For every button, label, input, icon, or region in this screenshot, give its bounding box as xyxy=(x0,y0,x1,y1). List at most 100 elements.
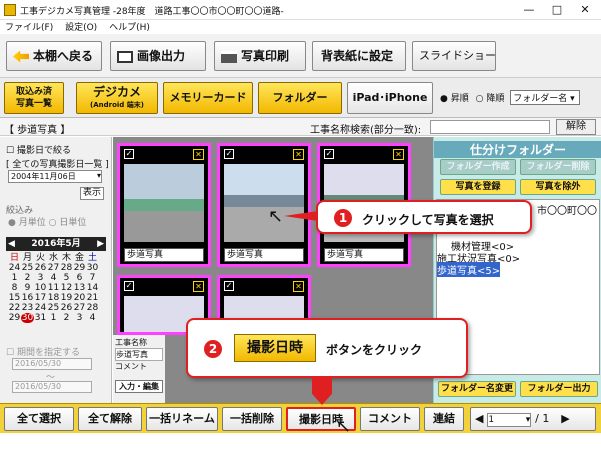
join-button[interactable]: 連結 xyxy=(424,407,464,431)
close-icon[interactable]: ✕ xyxy=(393,149,404,160)
calendar-day[interactable]: 30 xyxy=(21,313,34,323)
calendar-day[interactable]: 20 xyxy=(73,293,86,303)
calendar-day[interactable]: 10 xyxy=(34,283,47,293)
unit-radios[interactable]: ● 月単位 ○ 日単位 xyxy=(8,215,86,228)
close-icon[interactable]: ✕ xyxy=(193,281,204,292)
prev-month-button[interactable]: ◀ xyxy=(8,237,15,251)
period-to-input[interactable]: 2016/05/30 xyxy=(12,381,92,393)
rename-folder-button[interactable]: フォルダー名変更 xyxy=(438,381,516,397)
calendar-day[interactable]: 27 xyxy=(73,303,86,313)
photo-thumb[interactable]: ✓ ✕ 歩道写真 xyxy=(117,143,211,267)
set-wallpaper-button[interactable]: 背表紙に設定 xyxy=(312,41,406,71)
search-input[interactable] xyxy=(430,120,550,134)
menu-help[interactable]: ヘルプ(H) xyxy=(109,20,150,33)
output-folder-button[interactable]: フォルダー出力 xyxy=(520,381,598,397)
menu-file[interactable]: ファイル(F) xyxy=(5,20,53,33)
delete-folder-button[interactable]: フォルダー削除 xyxy=(520,159,596,175)
back-to-shelf-button[interactable]: 本棚へ戻る xyxy=(6,41,102,71)
checkbox-icon[interactable]: ✓ xyxy=(224,281,234,291)
calendar-day[interactable]: 8 xyxy=(8,283,21,293)
remove-photo-button[interactable]: 写真を除外 xyxy=(520,179,596,195)
desc-radio[interactable]: ○ xyxy=(476,94,487,104)
folder-tab[interactable]: フォルダー xyxy=(258,82,342,114)
next-page-icon[interactable]: ▶ xyxy=(561,412,569,425)
deselect-all-button[interactable]: 全て解除 xyxy=(78,407,142,431)
calendar-day[interactable]: 16 xyxy=(21,293,34,303)
calendar-day[interactable]: 4 xyxy=(86,313,99,323)
calendar-day[interactable]: 14 xyxy=(86,283,99,293)
calendar-day[interactable]: 9 xyxy=(21,283,34,293)
calendar-day[interactable]: 6 xyxy=(73,273,86,283)
calendar-day[interactable]: 30 xyxy=(86,263,99,273)
close-icon[interactable]: ✕ xyxy=(193,149,204,160)
create-folder-button[interactable]: フォルダー作成 xyxy=(440,159,516,175)
next-month-button[interactable]: ▶ xyxy=(97,237,104,251)
photo-print-button[interactable]: 写真印刷 xyxy=(214,41,306,71)
calendar-day[interactable]: 11 xyxy=(47,283,60,293)
calendar-day[interactable]: 25 xyxy=(47,303,60,313)
calendar-day[interactable]: 24 xyxy=(34,303,47,313)
calendar-day[interactable]: 2 xyxy=(60,313,73,323)
calendar-day[interactable]: 12 xyxy=(60,283,73,293)
asc-radio[interactable]: ● xyxy=(440,94,451,104)
memory-card-tab[interactable]: メモリーカード xyxy=(163,82,253,114)
digicam-tab[interactable]: デジカメ (Android 端末) xyxy=(76,82,158,114)
calendar-day[interactable]: 24 xyxy=(8,263,21,273)
checkbox-icon[interactable]: ✓ xyxy=(324,149,334,159)
checkbox-icon[interactable]: ✓ xyxy=(124,149,134,159)
slideshow-button[interactable]: スライドショー xyxy=(412,41,496,71)
ipad-iphone-tab[interactable]: iPad･iPhone xyxy=(347,82,433,114)
calendar-day[interactable]: 5 xyxy=(60,273,73,283)
comment-button[interactable]: コメント xyxy=(360,407,420,431)
calendar-day[interactable]: 1 xyxy=(8,273,21,283)
page-select[interactable]: 1 ▾ xyxy=(487,413,532,427)
image-output-button[interactable]: 画像出力 xyxy=(110,41,206,71)
checkbox-icon[interactable]: ✓ xyxy=(124,281,134,291)
calendar-day[interactable]: 25 xyxy=(21,263,34,273)
calendar-day[interactable]: 23 xyxy=(21,303,34,313)
sort-field-select[interactable]: フォルダー名 ▾ xyxy=(510,90,581,105)
maximize-button[interactable]: □ xyxy=(544,2,570,18)
show-button[interactable]: 表示 xyxy=(80,187,104,200)
delete-all-button[interactable]: 一括削除 xyxy=(222,407,282,431)
photo-thumb[interactable]: ✓ ✕ 歩道写真 xyxy=(217,143,311,267)
calendar-day[interactable]: 26 xyxy=(34,263,47,273)
close-icon[interactable]: ✕ xyxy=(293,281,304,292)
close-icon[interactable]: ✕ xyxy=(293,149,304,160)
calendar-day[interactable]: 31 xyxy=(34,313,47,323)
calendar-day[interactable]: 18 xyxy=(47,293,60,303)
calendar-day[interactable]: 17 xyxy=(34,293,47,303)
date-select[interactable]: 2004年11月06日 ▾ xyxy=(8,170,102,183)
calendar-day[interactable]: 22 xyxy=(8,303,21,313)
select-all-button[interactable]: 全て選択 xyxy=(4,407,74,431)
edit-button[interactable]: 入力・編集 xyxy=(115,380,163,393)
checkbox-icon[interactable]: ✓ xyxy=(224,149,234,159)
register-photo-button[interactable]: 写真を登録 xyxy=(440,179,516,195)
calendar-day[interactable]: 29 xyxy=(73,263,86,273)
minimize-button[interactable]: — xyxy=(516,2,542,18)
imported-list-tab[interactable]: 取込み済 写真一覧 xyxy=(4,82,64,114)
calendar-day[interactable]: 21 xyxy=(86,293,99,303)
calendar-day[interactable]: 28 xyxy=(86,303,99,313)
calendar-day[interactable]: 7 xyxy=(86,273,99,283)
prev-page-icon[interactable]: ◀ xyxy=(475,412,483,425)
calendar-day[interactable]: 1 xyxy=(47,313,60,323)
calendar-day[interactable]: 29 xyxy=(8,313,21,323)
tree-item-selected[interactable]: 歩道写真<5> xyxy=(437,262,501,277)
calendar-day[interactable]: 27 xyxy=(47,263,60,273)
calendar-day[interactable]: 19 xyxy=(60,293,73,303)
calendar-day[interactable]: 28 xyxy=(60,263,73,273)
period-from-input[interactable]: 2016/05/30 xyxy=(12,358,92,370)
menu-settings[interactable]: 設定(O) xyxy=(65,20,97,33)
calendar-day[interactable]: 13 xyxy=(73,283,86,293)
clear-button[interactable]: 解除 xyxy=(556,119,596,135)
period-checkbox[interactable]: ☐ 期間を指定する xyxy=(6,345,80,358)
calendar-day[interactable]: 26 xyxy=(60,303,73,313)
calendar-day[interactable]: 2 xyxy=(21,273,34,283)
shoot-date-filter-checkbox[interactable]: ☐ 撮影日で絞る xyxy=(6,143,71,156)
calendar-day[interactable]: 3 xyxy=(34,273,47,283)
calendar-day[interactable]: 4 xyxy=(47,273,60,283)
calendar-day[interactable]: 3 xyxy=(73,313,86,323)
calendar-day[interactable]: 15 xyxy=(8,293,21,303)
close-button[interactable]: ✕ xyxy=(572,2,598,18)
